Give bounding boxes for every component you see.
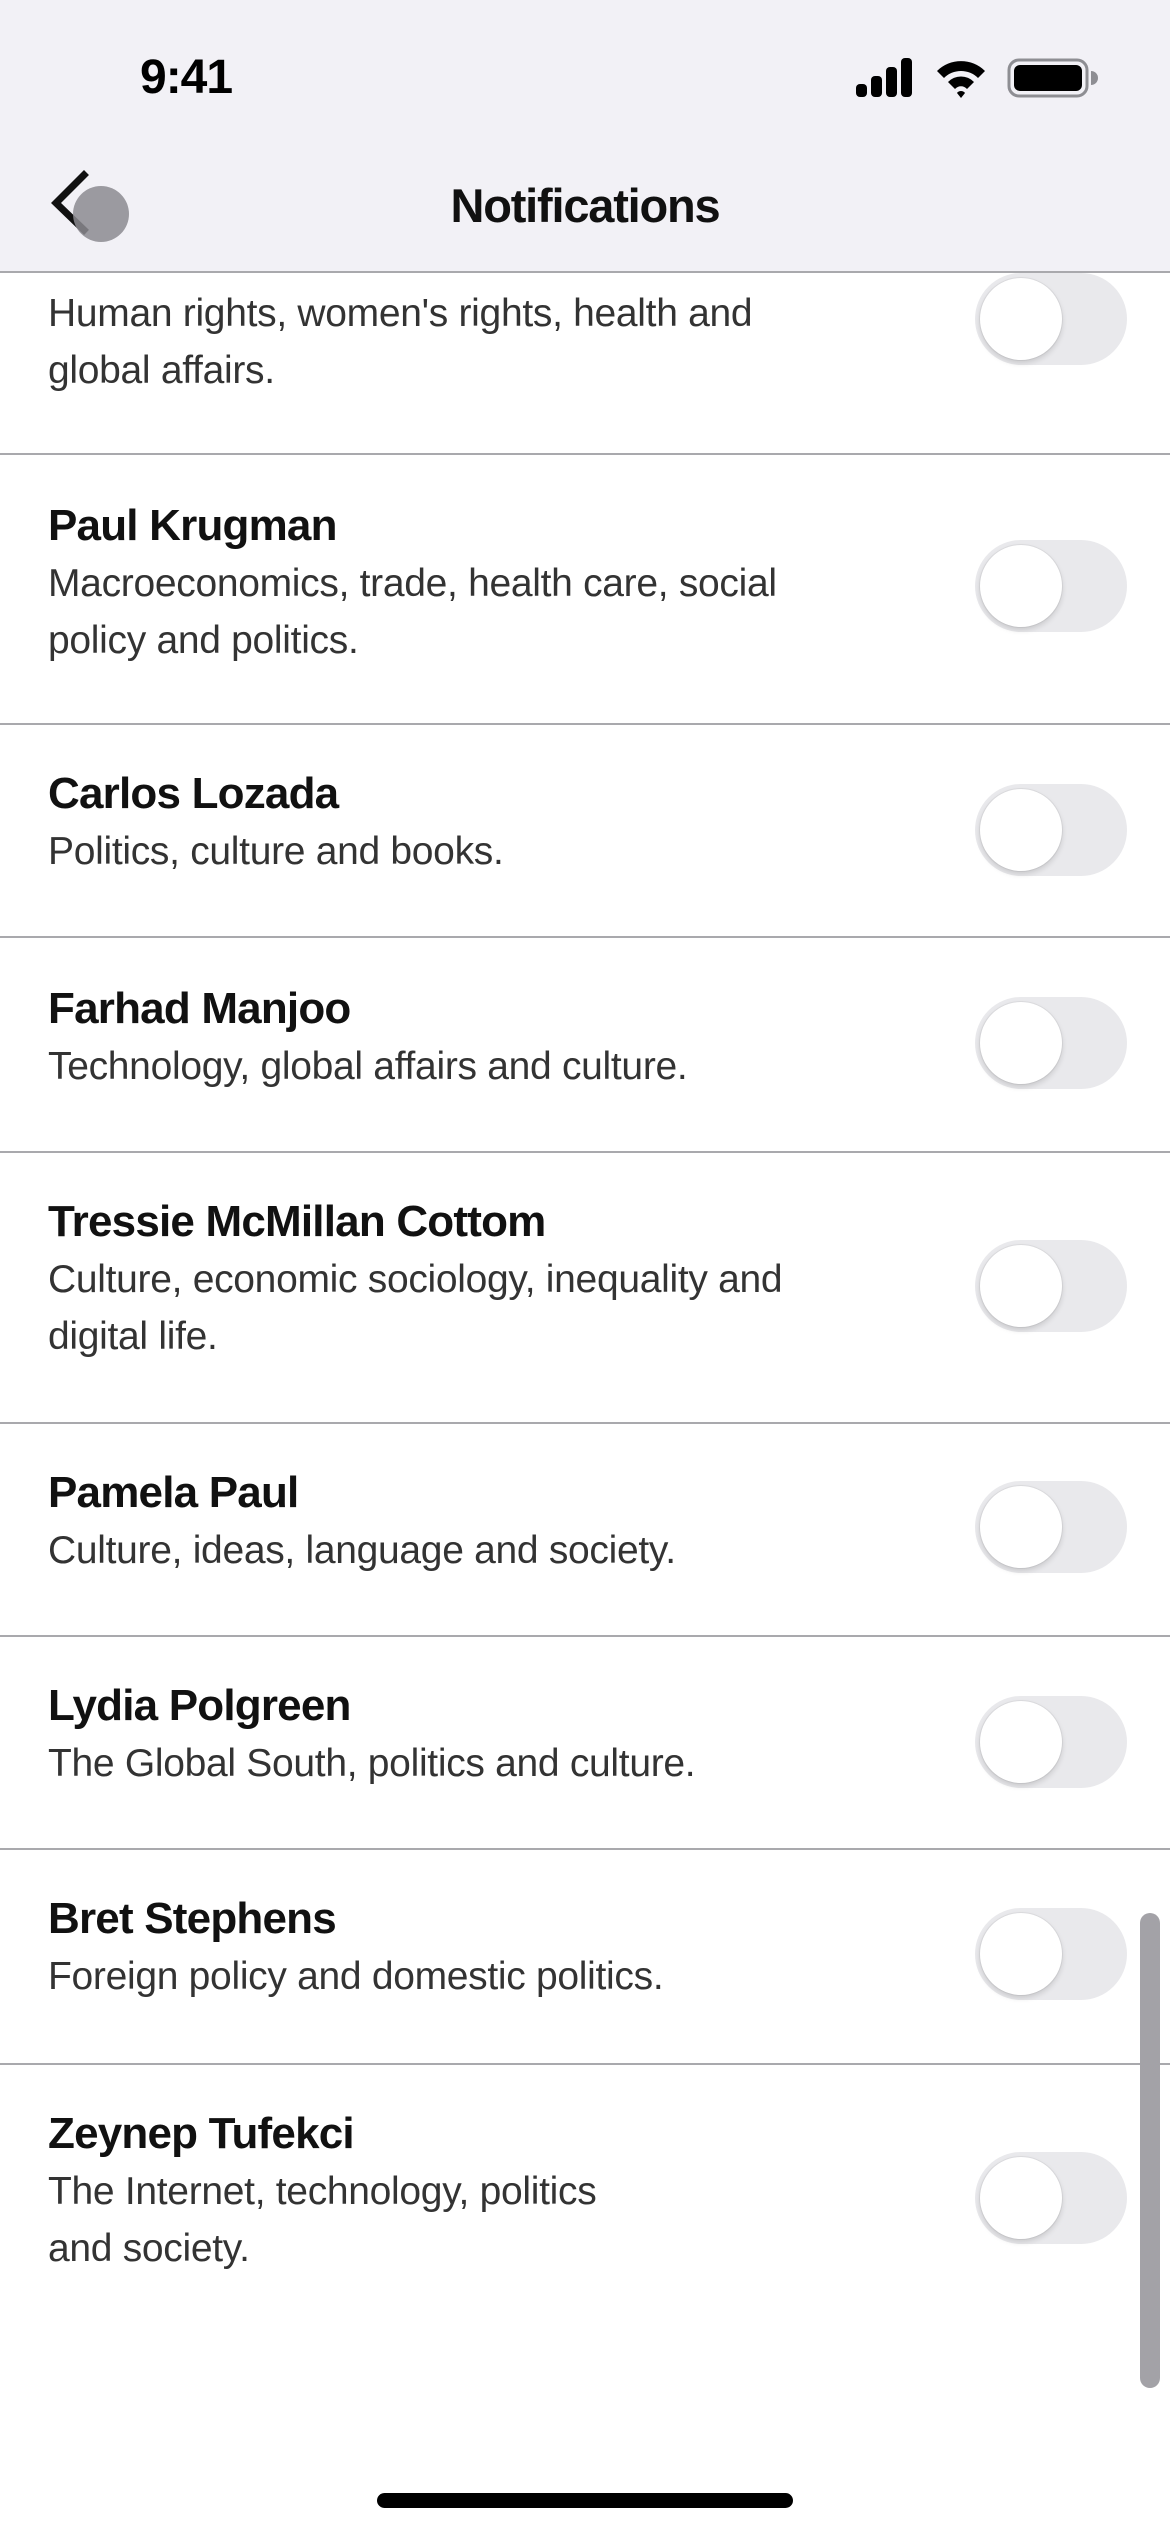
columnist-description: The Global South, politics and culture. — [48, 1742, 696, 1785]
notification-toggle[interactable] — [975, 2152, 1127, 2244]
notification-toggle[interactable] — [975, 997, 1127, 1089]
cellular-signal-icon — [856, 58, 912, 97]
toggle-knob — [980, 1486, 1062, 1568]
toggle-knob — [980, 1245, 1062, 1327]
list-item: Carlos Lozada Politics, culture and book… — [0, 725, 1170, 938]
toggle-knob — [980, 789, 1062, 871]
columnist-description: Macroeconomics, trade, health care, soci… — [48, 562, 777, 662]
list-item: Bret Stephens Foreign policy and domesti… — [0, 1850, 1170, 2065]
vertical-scrollbar[interactable] — [1140, 1913, 1160, 2388]
toggle-knob — [980, 2157, 1062, 2239]
notification-toggle[interactable] — [975, 1908, 1127, 2000]
columnist-description: Politics, culture and books. — [48, 830, 504, 873]
columnist-name: Bret Stephens — [48, 1894, 337, 1943]
wifi-icon — [937, 61, 985, 98]
toggle-knob — [980, 278, 1062, 360]
columnist-description: Culture, ideas, language and society. — [48, 1529, 676, 1572]
columnist-description: Human rights, women's rights, health and… — [48, 292, 753, 392]
columnist-name: Farhad Manjoo — [48, 984, 351, 1033]
list-item: Lydia Polgreen The Global South, politic… — [0, 1637, 1170, 1850]
battery-full-icon — [1007, 58, 1098, 98]
columnist-name: Tressie McMillan Cottom — [48, 1197, 546, 1246]
notification-toggle[interactable] — [975, 784, 1127, 876]
list-item: Pamela Paul Culture, ideas, language and… — [0, 1424, 1170, 1637]
notification-toggle[interactable] — [975, 1481, 1127, 1573]
notification-toggle[interactable] — [975, 1240, 1127, 1332]
notification-toggle[interactable] — [975, 273, 1127, 365]
columnist-description: Foreign policy and domestic politics. — [48, 1955, 664, 1998]
columnist-description: Culture, economic sociology, inequality … — [48, 1258, 783, 1358]
list-item: Farhad Manjoo Technology, global affairs… — [0, 938, 1170, 1153]
toggle-knob — [980, 1701, 1062, 1783]
columnist-description: The Internet, technology, politics and s… — [48, 2170, 597, 2270]
notification-toggle[interactable] — [975, 1696, 1127, 1788]
columnist-name: Lydia Polgreen — [48, 1681, 351, 1730]
list-item: Zeynep Tufekci The Internet, technology,… — [0, 2065, 1170, 2365]
navigation-header: 9:41 Notifications — [0, 0, 1170, 271]
list-item: Paul Krugman Macroeconomics, trade, heal… — [0, 455, 1170, 725]
home-indicator[interactable] — [377, 2493, 793, 2508]
toggle-knob — [980, 545, 1062, 627]
columnist-name: Pamela Paul — [48, 1468, 299, 1517]
columnist-name: Paul Krugman — [48, 501, 337, 550]
columnist-description: Technology, global affairs and culture. — [48, 1045, 688, 1088]
page-title: Notifications — [450, 179, 720, 232]
status-bar-time: 9:41 — [140, 51, 233, 104]
columnist-name: Zeynep Tufekci — [48, 2109, 355, 2158]
header-divider — [0, 271, 1170, 273]
list-item: Human rights, women's rights, health and… — [0, 273, 1170, 455]
notification-toggle[interactable] — [975, 540, 1127, 632]
toggle-knob — [980, 1002, 1062, 1084]
columnist-name: Carlos Lozada — [48, 769, 339, 818]
touch-indicator — [73, 186, 129, 242]
columnist-notification-list: Human rights, women's rights, health and… — [0, 0, 1170, 2532]
list-item: Tressie McMillan Cottom Culture, economi… — [0, 1153, 1170, 1424]
toggle-knob — [980, 1913, 1062, 1995]
